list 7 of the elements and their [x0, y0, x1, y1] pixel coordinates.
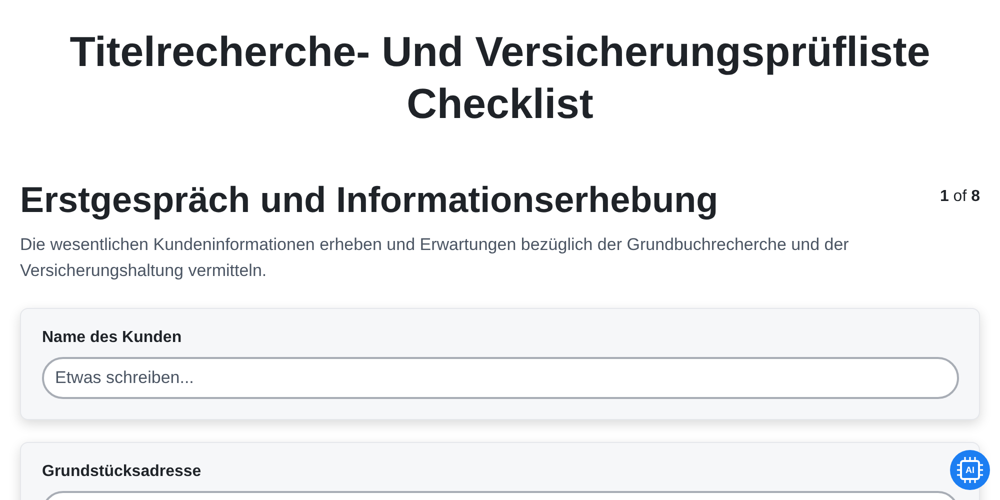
- text-input[interactable]: Etwas schreiben...: [42, 357, 959, 399]
- section-description: Die wesentlichen Kundeninformationen erheben und Erwartungen bezüglich der Grundbuchrecherche und der Versicherungshaltung vermitteln.: [20, 234, 850, 282]
- field-label: Grundstücksadresse: [42, 463, 202, 481]
- field-label: Name des Kunden: [42, 329, 183, 347]
- section-heading: Erstgespräch und Informationserhebung: [20, 178, 718, 222]
- page-title: Titelrecherche- Und Versicherungsprüfliste Checklist: [68, 27, 932, 129]
- page-counter: 1 of 8: [940, 188, 980, 206]
